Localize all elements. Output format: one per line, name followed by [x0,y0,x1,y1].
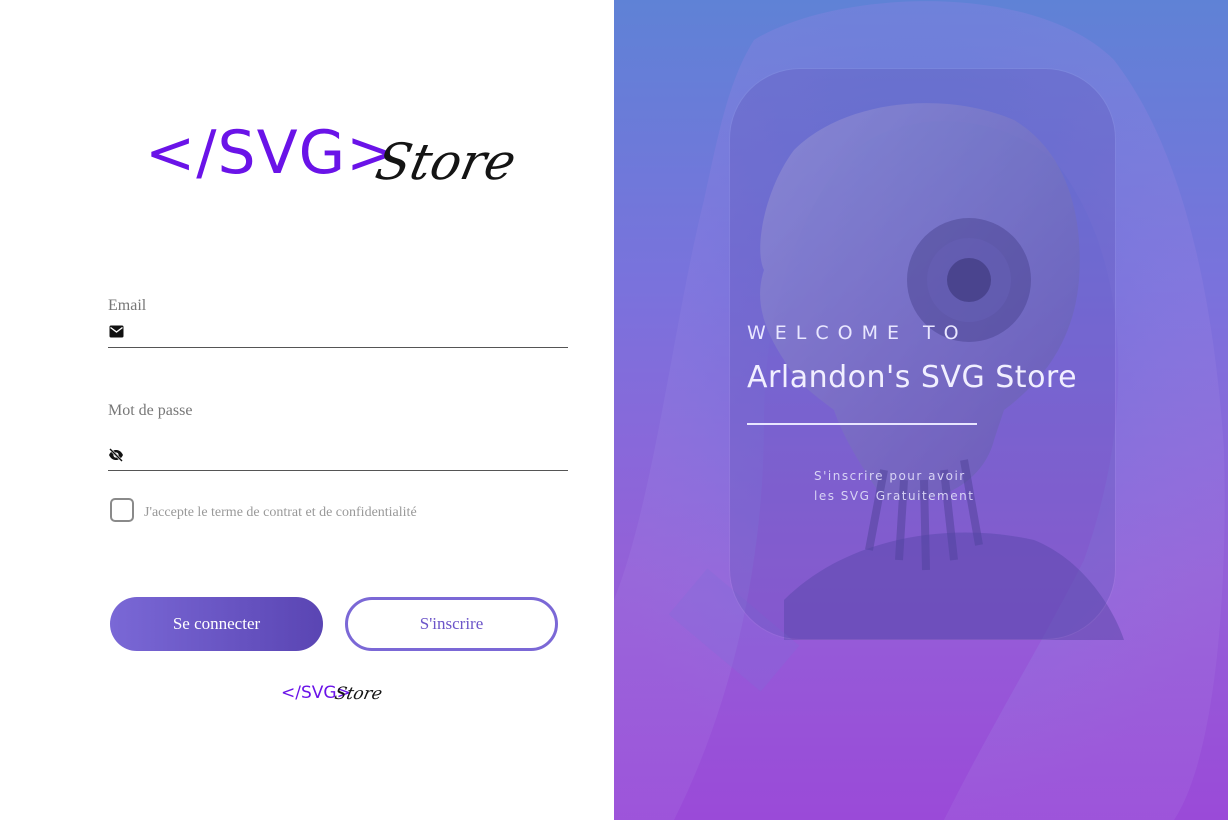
mail-icon [108,323,124,339]
eye-off-icon[interactable] [108,447,124,463]
login-button[interactable]: Se connecter [110,597,323,651]
store-title: Arlandon's SVG Store [747,360,1078,395]
brand-logo: </SVG> Store [145,112,521,212]
footer-logo-store: Store [332,684,385,704]
brand-logo-store: Store [370,133,522,191]
password-input[interactable] [132,443,562,467]
password-underline [108,470,568,471]
welcome-card [730,69,1115,639]
signup-button[interactable]: S'inscrire [345,597,558,651]
footer-logo: </SVG> Store [281,680,391,720]
email-label: Email [108,297,147,314]
email-input[interactable] [132,319,562,343]
title-divider [747,423,977,425]
login-panel: </SVG> Store Email Mot de passe J'accept… [0,0,614,820]
email-underline [108,347,568,348]
terms-label[interactable]: J'accepte le terme de contrat et de conf… [144,505,417,521]
password-label: Mot de passe [108,402,193,419]
terms-checkbox[interactable] [110,498,134,522]
hero-panel: WELCOME TO Arlandon's SVG Store S'inscri… [614,0,1228,820]
tagline: S'inscrire pour avoir les SVG Gratuiteme… [814,466,1014,506]
brand-logo-code: </SVG> [145,118,398,188]
tagline-line-2: les SVG Gratuitement [814,489,975,503]
tagline-line-1: S'inscrire pour avoir [814,469,966,483]
welcome-text: WELCOME TO [747,322,968,344]
